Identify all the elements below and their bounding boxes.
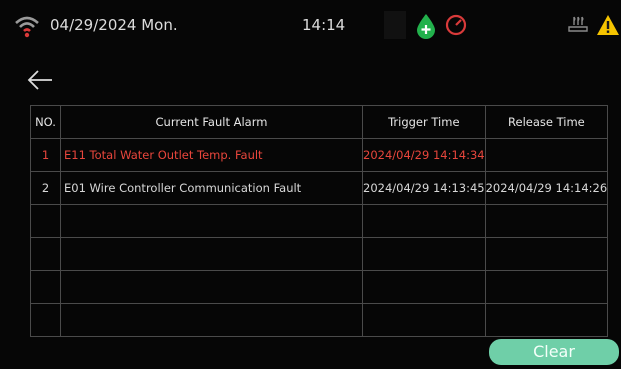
fault-description	[60, 204, 363, 238]
trigger-time	[362, 237, 486, 271]
release-time	[484, 204, 609, 238]
table-row	[30, 237, 609, 271]
header-trigger-time: Trigger Time	[362, 105, 486, 139]
row-number: 2	[30, 171, 61, 205]
table-header-row: NO. Current Fault Alarm Trigger Time Rel…	[30, 105, 609, 139]
fault-description: E01 Wire Controller Communication Fault	[60, 171, 363, 205]
status-bar: 04/29/2024 Mon. 14:14	[0, 0, 621, 52]
heater-icon	[568, 16, 588, 32]
wifi-icon	[15, 16, 39, 38]
fault-description	[60, 237, 363, 271]
row-number	[30, 237, 61, 271]
header-current-fault-alarm: Current Fault Alarm	[60, 105, 363, 139]
fault-description	[60, 270, 363, 304]
trigger-time	[362, 270, 486, 304]
table-row[interactable]: 1 E11 Total Water Outlet Temp. Fault 202…	[30, 138, 609, 172]
release-time	[484, 138, 609, 172]
release-time: 2024/04/29 14:14:26	[484, 171, 609, 205]
table-row	[30, 204, 609, 238]
fault-alarm-table: NO. Current Fault Alarm Trigger Time Rel…	[30, 105, 609, 337]
clear-button[interactable]: Clear	[489, 339, 619, 365]
gauge-icon	[445, 14, 467, 36]
header-release-time: Release Time	[484, 105, 609, 139]
row-number	[30, 303, 61, 337]
release-time	[484, 237, 609, 271]
fault-description	[60, 303, 363, 337]
header-no: NO.	[30, 105, 61, 139]
status-placeholder-slot	[384, 11, 406, 39]
fault-description: E11 Total Water Outlet Temp. Fault	[60, 138, 363, 172]
status-time: 14:14	[302, 16, 346, 34]
table-row	[30, 303, 609, 337]
row-number	[30, 270, 61, 304]
status-date: 04/29/2024 Mon.	[50, 16, 178, 34]
release-time	[484, 303, 609, 337]
row-number	[30, 204, 61, 238]
warning-icon	[597, 15, 619, 35]
table-row	[30, 270, 609, 304]
trigger-time: 2024/04/29 14:13:45	[362, 171, 486, 205]
trigger-time: 2024/04/29 14:14:34	[362, 138, 486, 172]
release-time	[484, 270, 609, 304]
back-arrow-icon[interactable]	[26, 68, 54, 92]
row-number: 1	[30, 138, 61, 172]
water-drop-plus-icon	[417, 14, 435, 39]
table-row[interactable]: 2 E01 Wire Controller Communication Faul…	[30, 171, 609, 205]
trigger-time	[362, 204, 486, 238]
trigger-time	[362, 303, 486, 337]
